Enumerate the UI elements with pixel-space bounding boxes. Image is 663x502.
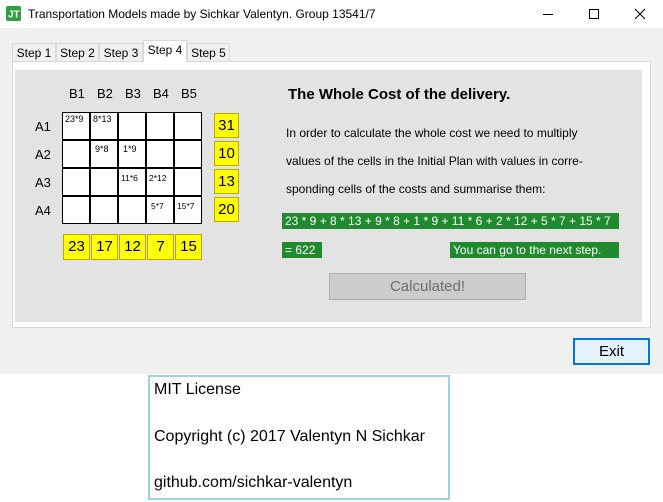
minimize-button[interactable] xyxy=(525,0,571,28)
cell-a1-b2: 8*13 xyxy=(90,112,118,140)
svg-text:JT: JT xyxy=(8,10,20,21)
maximize-icon xyxy=(589,9,599,19)
license-title: MIT License xyxy=(154,381,241,398)
next-step-message: You can go to the next step. xyxy=(450,242,619,258)
title-bar[interactable]: JT Transportation Models made by Sichkar… xyxy=(0,0,663,28)
cell-a3-b4: 2*12 xyxy=(146,168,174,196)
cell-a3-b1 xyxy=(62,168,90,196)
supply-a2: 10 xyxy=(214,141,239,166)
tab-step-3[interactable]: Step 3 xyxy=(99,43,143,61)
cell-a2-b4 xyxy=(146,140,174,168)
demand-b5: 15 xyxy=(175,234,202,260)
column-label-b5: B5 xyxy=(181,86,197,101)
description-line-2: values of the cells in the Initial Plan … xyxy=(286,154,583,168)
app-window: JT Transportation Models made by Sichkar… xyxy=(0,0,663,374)
minimize-icon xyxy=(543,14,553,15)
app-icon: JT xyxy=(6,6,21,21)
row-label-a1: A1 xyxy=(35,119,51,134)
license-copyright: Copyright (c) 2017 Valentyn N Sichkar xyxy=(154,428,425,445)
close-button[interactable] xyxy=(617,0,663,28)
cell-a1-b1: 23*9 xyxy=(62,112,90,140)
cell-a4-b2 xyxy=(90,196,118,224)
cell-a2-b1 xyxy=(62,140,90,168)
cell-a4-b4: 5*7 xyxy=(146,196,174,224)
supply-a3: 13 xyxy=(214,169,239,194)
cell-a4-b5: 15*7 xyxy=(174,196,202,224)
demand-b4: 7 xyxy=(147,234,174,260)
column-label-b4: B4 xyxy=(153,86,169,101)
cell-a3-b2 xyxy=(90,168,118,196)
column-label-b3: B3 xyxy=(125,86,141,101)
cell-a1-b5 xyxy=(174,112,202,140)
window-title: Transportation Models made by Sichkar Va… xyxy=(28,7,376,21)
cell-a1-b4 xyxy=(146,112,174,140)
calculate-button[interactable]: Calculated! xyxy=(329,273,526,300)
demand-b1: 23 xyxy=(63,234,90,260)
supply-a1: 31 xyxy=(214,113,239,138)
cell-a1-b3 xyxy=(118,112,146,140)
column-label-b2: B2 xyxy=(97,86,113,101)
cell-a3-b5 xyxy=(174,168,202,196)
cell-a4-b3 xyxy=(118,196,146,224)
tab-step-2[interactable]: Step 2 xyxy=(56,43,99,61)
cell-a2-b2: 9*8 xyxy=(90,140,118,168)
license-box: MIT License Copyright (c) 2017 Valentyn … xyxy=(148,375,450,500)
row-label-a2: A2 xyxy=(35,147,51,162)
cell-a4-b1 xyxy=(62,196,90,224)
supply-a4: 20 xyxy=(214,197,239,222)
license-link: github.com/sichkar-valentyn xyxy=(154,474,353,491)
description-line-1: In order to calculate the whole cost we … xyxy=(286,126,578,140)
row-label-a4: A4 xyxy=(35,203,51,218)
cell-a3-b3: 11*6 xyxy=(118,168,146,196)
cell-a2-b3: 1*9 xyxy=(118,140,146,168)
cell-a2-b5 xyxy=(174,140,202,168)
tab-step-1[interactable]: Step 1 xyxy=(12,43,56,61)
tab-step-4[interactable]: Step 4 xyxy=(143,40,187,62)
description-line-3: sponding cells of the costs and summaris… xyxy=(286,182,546,196)
exit-button[interactable]: Exit xyxy=(573,338,650,365)
total-cost-result: = 622 xyxy=(282,242,322,258)
column-label-b1: B1 xyxy=(69,86,85,101)
demand-b3: 12 xyxy=(119,234,146,260)
demand-b2: 17 xyxy=(91,234,118,260)
maximize-button[interactable] xyxy=(571,0,617,28)
tab-step-5[interactable]: Step 5 xyxy=(187,43,230,61)
cost-formula: 23 * 9 + 8 * 13 + 9 * 8 + 1 * 9 + 11 * 6… xyxy=(282,213,619,229)
close-icon xyxy=(634,8,646,20)
row-label-a3: A3 xyxy=(35,175,51,190)
section-heading: The Whole Cost of the delivery. xyxy=(288,86,511,103)
